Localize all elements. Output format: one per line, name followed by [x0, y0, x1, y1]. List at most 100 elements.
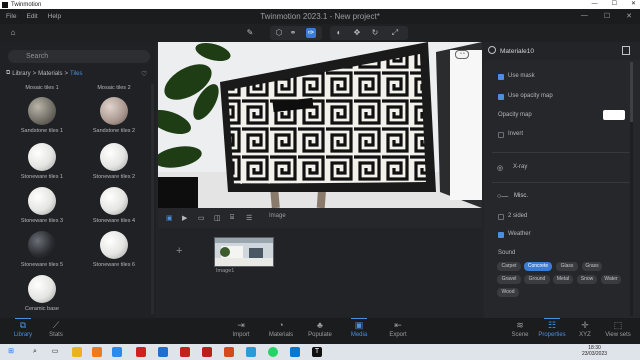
select-icon[interactable]: ◐ [334, 28, 344, 38]
material-sphere [28, 143, 56, 171]
material-title: Materiale10 [500, 48, 534, 55]
two-sided-checkbox[interactable] [498, 214, 504, 220]
3d-viewport[interactable] [158, 42, 482, 208]
sound-chip-metal[interactable]: Metal [553, 275, 573, 284]
brush-icon[interactable]: ✎ [245, 28, 255, 38]
video-tab-icon[interactable]: ▶ [182, 214, 187, 222]
app-minimize-button[interactable]: — [581, 12, 588, 20]
tile-sandstone-2[interactable]: Sandstone tiles 2 [88, 97, 140, 134]
tile-sandstone-1[interactable]: Sandstone tiles 1 [16, 97, 68, 134]
tile-ceramic-base[interactable]: Ceramic base [16, 275, 68, 312]
menu-help[interactable]: Help [48, 13, 61, 20]
list-tab-icon[interactable]: ☰ [246, 214, 252, 222]
sound-chip-concrete[interactable]: Concrete [524, 262, 552, 271]
file-explorer-icon[interactable] [72, 347, 82, 357]
image-tab-icon[interactable]: ▣ [166, 214, 173, 222]
favorite-heart-icon[interactable]: ♡ [141, 70, 147, 78]
tile-stoneware-5[interactable]: Stoneware tiles 5 [16, 231, 68, 268]
media-thumbnail[interactable] [214, 237, 274, 267]
twinmotion-taskbar-icon[interactable]: T [312, 347, 322, 357]
tile-label: Mosaic tiles 2 [97, 85, 131, 91]
pick-icon[interactable]: ⬡ [274, 28, 284, 38]
rotate-icon[interactable]: ↻ [370, 28, 380, 38]
xray-label[interactable]: X-ray [513, 164, 527, 170]
breadcrumb-tiles[interactable]: Tiles [70, 71, 82, 77]
tile-stoneware-2[interactable]: Stoneware tiles 2 [88, 143, 140, 180]
minimize-button[interactable]: — [592, 0, 598, 9]
sound-chip-ground[interactable]: Ground [524, 275, 550, 284]
use-opacity-map-checkbox[interactable] [498, 94, 504, 100]
word-icon[interactable] [158, 347, 168, 357]
presentation-tab-icon[interactable]: ⌸ [230, 214, 234, 222]
add-media-icon[interactable]: + [176, 245, 182, 257]
menu-bar: File Edit Help Twinmotion 2023.1 - New p… [0, 9, 640, 24]
tile-stoneware-6[interactable]: Stoneware tiles 6 [88, 231, 140, 268]
breadcrumb-library[interactable]: Library [12, 71, 30, 77]
material-sphere [28, 231, 56, 259]
powerpoint-icon[interactable] [224, 347, 234, 357]
windows-start-icon[interactable]: ⊞ [6, 347, 16, 357]
tile-mosaic-1[interactable]: Mosaic tiles 1 [16, 85, 68, 91]
menu-file[interactable]: File [6, 13, 16, 20]
home-icon[interactable]: ⌂ [8, 28, 18, 38]
app-maximize-button[interactable]: ☐ [604, 12, 610, 20]
task-view-icon[interactable]: ▭ [50, 347, 60, 357]
material-sphere [100, 187, 128, 215]
invert-checkbox[interactable] [498, 132, 504, 138]
panorama-tab-icon[interactable]: ▭ [198, 214, 205, 222]
search-input[interactable]: Search [8, 50, 150, 63]
opacity-map-swatch[interactable] [603, 110, 625, 120]
library-scrollbar[interactable] [151, 84, 154, 314]
weather-checkbox[interactable] [498, 232, 504, 238]
sound-label: Sound [498, 250, 516, 256]
tile-stoneware-1[interactable]: Stoneware tiles 1 [16, 143, 68, 180]
tile-label: Stoneware tiles 5 [20, 262, 64, 268]
photos-icon[interactable] [290, 347, 300, 357]
pdf-reader-icon[interactable] [202, 347, 212, 357]
pdf-icon[interactable] [136, 347, 146, 357]
use-mask-checkbox[interactable] [498, 74, 504, 80]
dock-export[interactable]: ⇤ Export [378, 320, 418, 338]
dock-import[interactable]: ⇥ Import [221, 320, 261, 338]
breadcrumb-materials[interactable]: Materials [38, 71, 62, 77]
sound-chip-grass[interactable]: Grass [582, 262, 602, 271]
close-button[interactable]: ✕ [631, 0, 636, 9]
sound-chip-wood[interactable]: Wood [497, 288, 519, 297]
scale-icon[interactable]: ⤢ [390, 28, 400, 38]
sound-chip-snow[interactable]: Snow [577, 275, 597, 284]
material-sphere [28, 275, 56, 303]
dock-stats[interactable]: ⟋ Stats [36, 320, 76, 338]
dock-populate[interactable]: ♣ Populate [300, 320, 340, 338]
app-icon[interactable] [246, 347, 256, 357]
acrobat-icon[interactable] [180, 347, 190, 357]
properties-scroll-thumb[interactable] [630, 62, 633, 122]
phased-tab-icon[interactable]: ◫ [214, 214, 221, 222]
panel-toggle-icon[interactable] [622, 46, 630, 55]
dock-view-sets[interactable]: ⬚ View sets [598, 320, 638, 338]
misc-label[interactable]: Misc. [514, 193, 528, 199]
sound-chip-glass[interactable]: Glass [556, 262, 578, 271]
dock-media[interactable]: ▣ Media [339, 318, 379, 338]
link-icon[interactable]: ⚭ [288, 28, 298, 38]
twinmotion-logo-icon [2, 1, 8, 8]
taskbar-search-icon[interactable]: ⌕ [30, 347, 40, 357]
tile-stoneware-4[interactable]: Stoneware tiles 4 [88, 187, 140, 224]
menu-edit[interactable]: Edit [26, 13, 37, 20]
taskbar-clock[interactable]: 18:30 23/03/2023 [582, 345, 607, 357]
tile-stoneware-3[interactable]: Stoneware tiles 3 [16, 187, 68, 224]
view-settings-icon[interactable]: ◔◔ [455, 50, 469, 59]
maximize-button[interactable]: ☐ [612, 0, 617, 9]
edge-icon[interactable] [112, 347, 122, 357]
dock-materials[interactable]: ◔ Materials [261, 320, 301, 338]
sound-chip-water[interactable]: Water [601, 275, 621, 284]
sound-chip-gravel[interactable]: Gravel [497, 275, 521, 284]
app-close-button[interactable]: ✕ [626, 12, 632, 20]
firefox-icon[interactable] [92, 347, 102, 357]
sound-chip-carpet[interactable]: Carpet [497, 262, 521, 271]
eyedropper-icon[interactable]: ✑ [306, 28, 316, 38]
tile-mosaic-2[interactable]: Mosaic tiles 2 [88, 85, 140, 91]
move-icon[interactable]: ✥ [352, 28, 362, 38]
whatsapp-icon[interactable] [268, 347, 278, 357]
dock-label: Materials [268, 332, 294, 338]
thumbnail-label: Image1 [216, 268, 235, 274]
